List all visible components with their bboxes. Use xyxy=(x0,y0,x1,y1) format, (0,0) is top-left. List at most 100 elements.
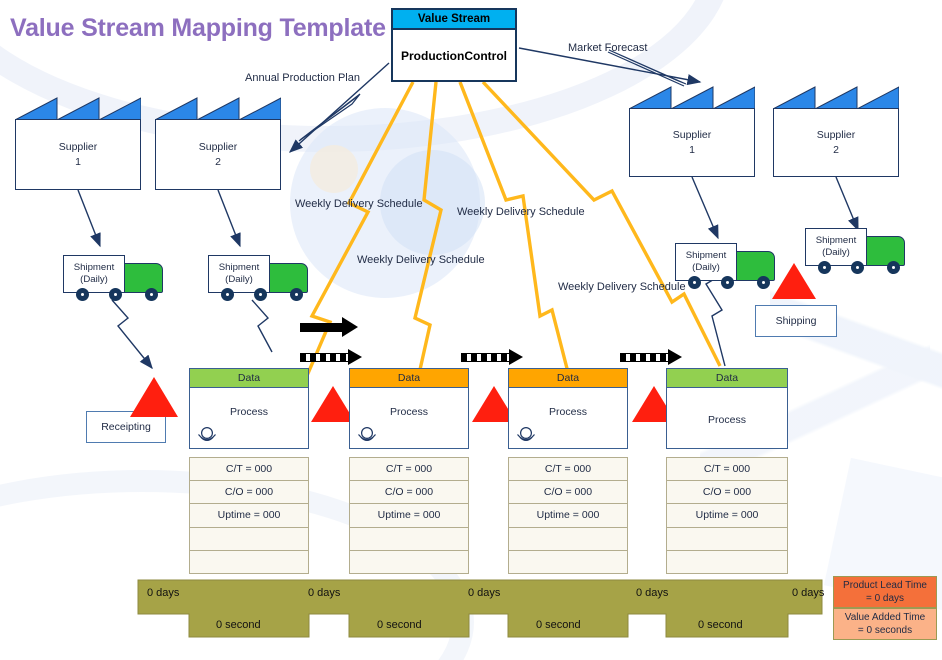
data-table-3[interactable]: C/T = 000 C/O = 000 Uptime = 000 xyxy=(508,457,628,574)
supplier-right-2-label: Supplier 2 xyxy=(773,108,899,177)
operator-icon xyxy=(198,426,216,441)
material-zigzag-truck1 xyxy=(111,299,153,370)
supplier-right-1-label: Supplier 1 xyxy=(629,108,755,177)
inventory-triangle-receipting[interactable] xyxy=(130,377,178,417)
process-box-1[interactable]: Data Process xyxy=(189,368,309,449)
timeline-seconds-1: 0 second xyxy=(216,619,261,631)
truck-wheel-icon xyxy=(290,288,303,301)
page-title: Value Stream Mapping Template xyxy=(10,14,386,42)
truck-wheel-icon xyxy=(76,288,89,301)
factory-roof-icon xyxy=(155,97,281,120)
product-lead-time-line1: Product Lead Time xyxy=(843,580,927,591)
truck-wheel-icon xyxy=(688,276,701,289)
truck-wheel-icon xyxy=(818,261,831,274)
supplier-left-1[interactable]: Supplier 1 xyxy=(15,96,141,190)
process-4-name: Process xyxy=(708,414,746,426)
shipment-3-line1: Shipment xyxy=(685,250,727,262)
timeline-seconds-3: 0 second xyxy=(536,619,581,631)
data-table-2[interactable]: C/T = 000 C/O = 000 Uptime = 000 xyxy=(349,457,469,574)
label-market-forecast: Market Forecast xyxy=(568,42,648,54)
inventory-triangle-shipping[interactable] xyxy=(772,263,816,299)
data-table-1[interactable]: C/T = 000 C/O = 000 Uptime = 000 xyxy=(189,457,309,574)
timeline-seconds-2: 0 second xyxy=(377,619,422,631)
process-box-4[interactable]: Data Process xyxy=(666,368,788,449)
shipment-1-line1: Shipment xyxy=(73,262,115,274)
label-weekly-delivery-schedule-3: Weekly Delivery Schedule xyxy=(357,254,485,266)
truck-wheel-icon xyxy=(721,276,734,289)
process-box-3[interactable]: Data Process xyxy=(508,368,628,449)
product-lead-time-box[interactable]: Product Lead Time = 0 days xyxy=(833,576,937,608)
data-row xyxy=(190,528,308,551)
material-zigzag-truck2 xyxy=(251,299,273,353)
supplier-left-2-name: Supplier xyxy=(198,141,238,154)
supplier-left-2[interactable]: Supplier 2 xyxy=(155,96,281,190)
supplier-left-1-label: Supplier 1 xyxy=(15,119,141,190)
value-added-time-line2: = 0 seconds xyxy=(857,625,913,636)
vsm-canvas: Value Stream Mapping Template Annual Pro… xyxy=(0,0,942,660)
production-control-line2: Control xyxy=(464,48,507,63)
shipment-4-line2: (Daily) xyxy=(822,247,850,258)
supplier-right-2[interactable]: Supplier 2 xyxy=(773,85,899,177)
timeline-days-1: 0 days xyxy=(147,587,180,599)
supplier-right-1[interactable]: Supplier 1 xyxy=(629,85,755,177)
product-lead-time-line2: = 0 days xyxy=(865,593,905,604)
truck-cab-icon xyxy=(123,263,163,293)
label-weekly-delivery-schedule-4: Weekly Delivery Schedule xyxy=(558,281,686,293)
data-row: Uptime = 000 xyxy=(509,504,627,528)
data-row: C/T = 000 xyxy=(350,458,468,482)
value-stream-header: Value Stream xyxy=(393,10,515,30)
data-row: C/O = 000 xyxy=(350,481,468,505)
truck-cab-icon xyxy=(268,263,308,293)
material-line-rsupplier1-truck3 xyxy=(691,176,719,240)
shipping-box[interactable]: Shipping xyxy=(755,305,837,337)
data-table-4[interactable]: C/T = 000 C/O = 000 Uptime = 000 xyxy=(666,457,788,574)
data-row xyxy=(509,528,627,551)
data-row: C/O = 000 xyxy=(190,481,308,505)
process-2-name: Process xyxy=(390,406,428,418)
shipment-2-line2: (Daily) xyxy=(225,274,253,285)
data-row xyxy=(350,551,468,574)
supplier-right-1-number: 1 xyxy=(689,143,695,156)
supplier-left-2-label: Supplier 2 xyxy=(155,119,281,190)
data-row: C/T = 000 xyxy=(667,458,787,482)
data-row xyxy=(667,551,787,574)
material-push-arrow-solid xyxy=(300,317,360,337)
factory-roof-icon xyxy=(773,86,899,109)
timeline-seconds-4: 0 second xyxy=(698,619,743,631)
shipment-truck-4[interactable]: Shipment (Daily) xyxy=(805,228,907,280)
data-row: Uptime = 000 xyxy=(190,504,308,528)
truck-cab-icon xyxy=(735,251,775,281)
process-3-data-header: Data xyxy=(509,369,627,388)
truck-wheel-icon xyxy=(887,261,900,274)
push-arrow-2 xyxy=(461,349,527,365)
process-2-data-header: Data xyxy=(350,369,468,388)
process-3-name: Process xyxy=(549,406,587,418)
process-4-data-header: Data xyxy=(667,369,787,388)
process-box-2[interactable]: Data Process xyxy=(349,368,469,449)
value-added-time-box[interactable]: Value Added Time = 0 seconds xyxy=(833,608,937,640)
data-row: Uptime = 000 xyxy=(667,504,787,528)
timeline-days-4: 0 days xyxy=(636,587,669,599)
data-row: C/T = 000 xyxy=(190,458,308,482)
value-added-time-line1: Value Added Time xyxy=(844,612,926,623)
material-line-supplier1-truck1 xyxy=(77,189,101,248)
receipting-label: Receipting xyxy=(101,421,151,433)
supplier-right-2-name: Supplier xyxy=(816,129,856,142)
supplier-left-1-name: Supplier xyxy=(58,141,98,154)
supplier-left-2-number: 2 xyxy=(215,155,221,168)
truck-cab-icon xyxy=(865,236,905,266)
truck-wheel-icon xyxy=(757,276,770,289)
production-control-box[interactable]: Value Stream Production Control xyxy=(391,8,517,82)
operator-icon xyxy=(517,426,535,441)
data-row xyxy=(667,528,787,551)
shipment-truck-1[interactable]: Shipment (Daily) xyxy=(63,255,165,307)
production-control-line1: Production xyxy=(401,48,465,63)
material-line-supplier2-truck2 xyxy=(217,189,241,248)
data-row: C/O = 000 xyxy=(667,481,787,505)
production-control-label: Production Control xyxy=(393,30,515,82)
shipment-truck-3[interactable]: Shipment (Daily) xyxy=(675,243,777,295)
truck-wheel-icon xyxy=(109,288,122,301)
process-1-name: Process xyxy=(230,406,268,418)
timeline-days-2: 0 days xyxy=(308,587,341,599)
shipment-truck-2[interactable]: Shipment (Daily) xyxy=(208,255,310,307)
